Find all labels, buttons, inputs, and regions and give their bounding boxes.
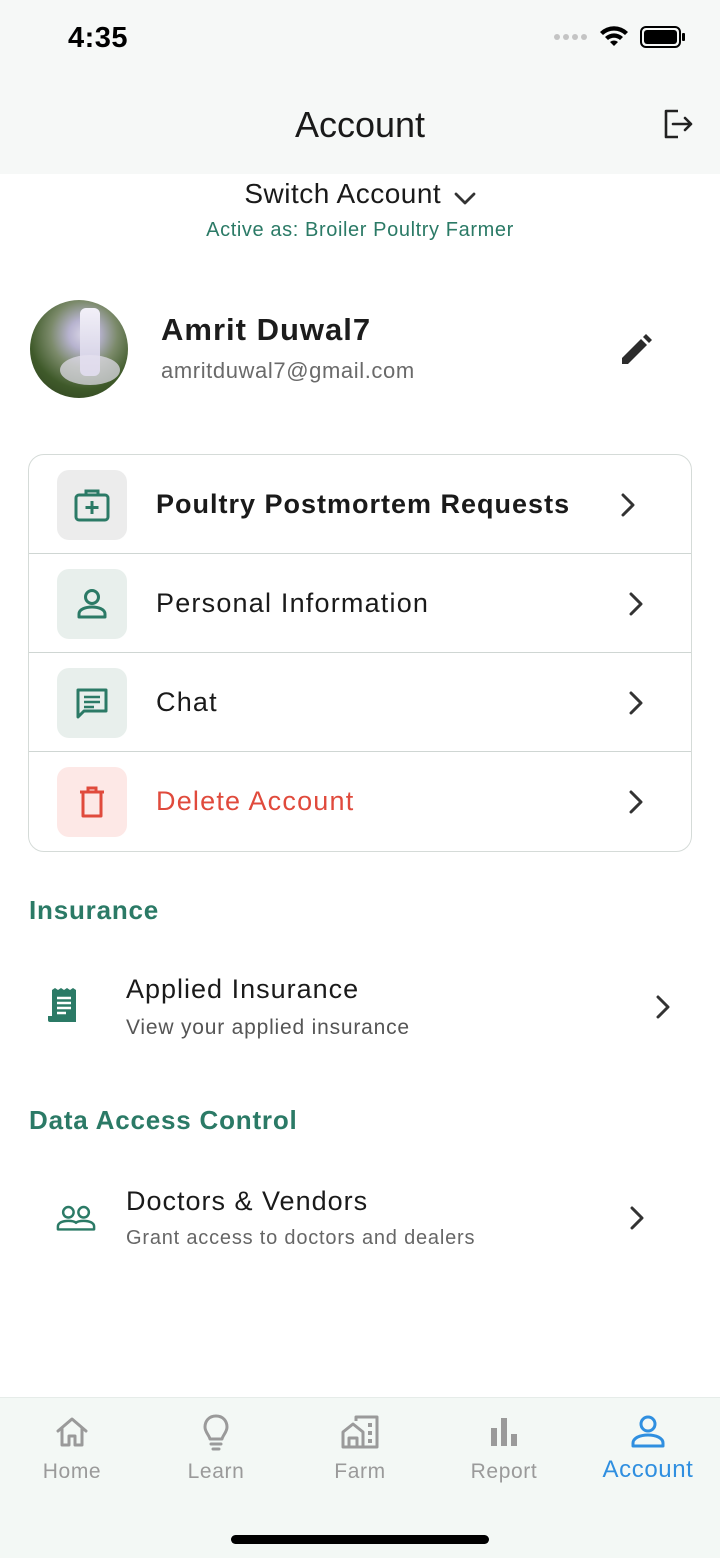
nav-item-report[interactable]: Report: [432, 1412, 576, 1484]
chevron-right-icon: [629, 691, 643, 715]
avatar[interactable]: [30, 300, 128, 398]
menu-item-chat[interactable]: Chat: [29, 653, 691, 752]
cellular-signal-icon: [554, 34, 587, 40]
menu-icon-container: [57, 767, 127, 837]
nav-label: Farm: [334, 1460, 386, 1483]
status-bar: 4:35: [0, 0, 720, 80]
profile-name: Amrit Duwal7: [161, 312, 372, 347]
menu-item-delete-account[interactable]: Delete Account: [29, 752, 691, 851]
applied-insurance-title: Applied Insurance: [126, 974, 360, 1004]
lightbulb-icon: [203, 1414, 229, 1451]
chevron-down-icon: [454, 192, 476, 205]
home-icon: [56, 1417, 88, 1447]
page-title: Account: [294, 104, 426, 145]
person-icon: [77, 589, 107, 619]
applied-insurance-subtitle: View your applied insurance: [126, 1016, 410, 1039]
chevron-right-icon: [656, 995, 670, 1019]
bottom-navigation: Home Learn Farm Report Account: [0, 1397, 720, 1558]
edit-pencil-icon[interactable]: [616, 330, 656, 370]
menu-item-label: Chat: [156, 687, 218, 717]
profile-header: Amrit Duwal7 amritduwal7@gmail.com: [30, 300, 690, 400]
nav-label: Report: [470, 1460, 538, 1483]
farm-icon: [341, 1415, 379, 1449]
home-indicator: [231, 1535, 489, 1544]
menu-item-label: Delete Account: [156, 786, 355, 816]
nav-item-learn[interactable]: Learn: [144, 1412, 288, 1484]
nav-label: Account: [602, 1456, 694, 1483]
menu-item-personal-information[interactable]: Personal Information: [29, 554, 691, 653]
wifi-icon: [600, 26, 628, 46]
chat-icon: [76, 688, 108, 719]
battery-icon: [640, 26, 685, 48]
nav-item-farm[interactable]: Farm: [288, 1412, 432, 1484]
doctors-vendors-row[interactable]: Doctors & Vendors Grant access to doctor…: [0, 1180, 720, 1270]
chevron-right-icon: [629, 592, 643, 616]
people-icon: [56, 1205, 96, 1231]
chevron-right-icon: [621, 493, 635, 517]
account-icon: [631, 1415, 665, 1448]
nav-label: Home: [42, 1460, 102, 1483]
trash-icon: [80, 786, 104, 818]
logout-icon[interactable]: [660, 106, 696, 142]
menu-icon-container: [57, 569, 127, 639]
chevron-right-icon: [629, 790, 643, 814]
switch-account-label: Switch Account: [244, 178, 442, 209]
switch-account-dropdown[interactable]: Switch Account: [0, 178, 720, 210]
menu-item-postmortem-requests[interactable]: Poultry Postmortem Requests: [29, 455, 691, 554]
account-menu-card: Poultry Postmortem Requests Personal Inf…: [28, 454, 692, 852]
doctors-vendors-title: Doctors & Vendors: [126, 1186, 369, 1216]
menu-icon-container: [57, 470, 127, 540]
doctors-vendors-subtitle: Grant access to doctors and dealers: [126, 1227, 476, 1249]
chevron-right-icon: [630, 1206, 644, 1230]
status-time: 4:35: [68, 22, 129, 54]
bar-chart-icon: [491, 1418, 517, 1446]
menu-item-label: Personal Information: [156, 588, 430, 618]
avatar-image-detail: [60, 355, 120, 385]
receipt-icon: [48, 988, 76, 1022]
status-icons: [554, 26, 686, 48]
medical-kit-icon: [74, 489, 110, 522]
menu-item-label: Poultry Postmortem Requests: [156, 489, 571, 519]
nav-item-home[interactable]: Home: [0, 1412, 144, 1484]
profile-email: amritduwal7@gmail.com: [161, 358, 415, 383]
applied-insurance-row[interactable]: Applied Insurance View your applied insu…: [0, 968, 720, 1058]
insurance-section-title: Insurance: [29, 895, 160, 925]
header: Account: [0, 80, 720, 174]
nav-item-account[interactable]: Account: [576, 1412, 720, 1484]
menu-icon-container: [57, 668, 127, 738]
nav-label: Learn: [187, 1460, 245, 1483]
active-role-text: Active as: Broiler Poultry Farmer: [206, 219, 514, 241]
data-access-section-title: Data Access Control: [29, 1105, 298, 1135]
